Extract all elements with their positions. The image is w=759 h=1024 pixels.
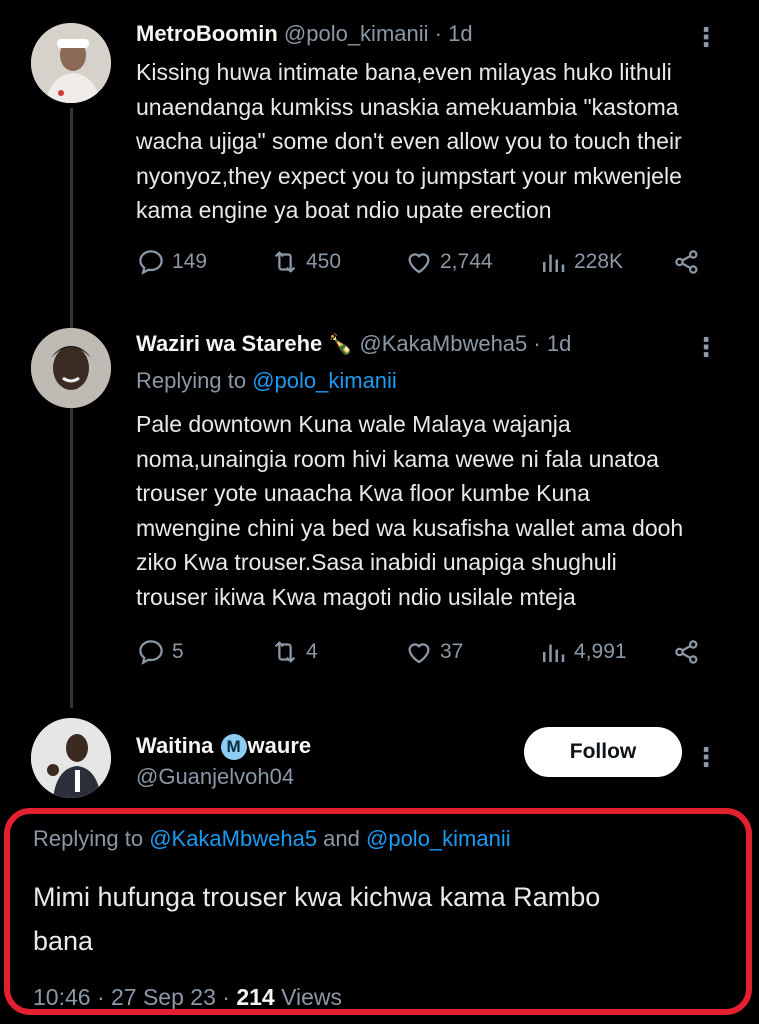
tweet-header: Waitina Mwaure [136,733,312,761]
more-options-icon[interactable]: ⋮ [693,24,719,50]
m-badge-icon: M [220,734,247,761]
body-line: unaendanga kumkiss unaskia amekuambia "k… [136,93,679,120]
author-handle[interactable]: @polo_kimanii [284,21,429,46]
heart-icon [408,253,430,274]
reply-button[interactable]: 149 [136,247,207,277]
share-button[interactable] [672,637,702,667]
author-name-part2[interactable]: waure [248,733,312,758]
reply-icon [139,250,163,275]
like-count: 2,744 [440,250,493,273]
tweet-body: Pale downtown Kuna wale Malaya wajanja n… [136,407,736,614]
share-icon [675,250,698,274]
view-count: 228K [574,250,624,273]
tweet-time[interactable]: · 1d [435,21,473,46]
retweet-icon [274,251,296,273]
author-handle[interactable]: @KakaMbweha5 [359,331,527,356]
highlight-outline [4,808,752,1015]
author-name[interactable]: MetroBoomin [136,21,278,46]
body-line: Pale downtown Kuna wale Malaya wajanja [136,411,571,437]
retweet-button[interactable]: 450 [270,247,341,277]
views-icon [543,254,565,272]
thread-line [70,108,73,708]
view-count: 4,991 [574,640,627,663]
views-button[interactable]: 4,991 [538,637,627,667]
author-name[interactable]: Waziri wa Starehe [136,331,322,356]
body-line: trouser ikiwa Kwa magoti ndio usilale mt… [136,583,576,610]
heart-icon [408,643,430,664]
body-line: ziko Kwa trouser.Sasa inabidi unapiga sh… [136,549,617,575]
mention-link[interactable]: @polo_kimanii [252,368,397,393]
reply-icon [139,640,163,665]
reply-count: 149 [172,250,208,273]
share-button[interactable] [672,247,702,277]
reply-count: 5 [172,640,184,663]
like-button[interactable]: 2,744 [404,247,493,277]
tweet-actions: 149 450 2,744 228K [136,247,706,281]
tweet-header: Waziri wa Starehe 🍾 @KakaMbweha5 · 1d [136,331,571,357]
body-line: trouser yote unaacha Kwa floor kumbe Kun… [136,480,590,506]
tweet-header: MetroBoomin @polo_kimanii · 1d [136,21,473,47]
more-options-icon[interactable]: ⋮ [693,744,719,770]
like-button[interactable]: 37 [404,637,463,667]
avatar-waziri[interactable] [31,328,111,408]
retweet-icon [274,641,296,663]
author-name-part1[interactable]: Waitina [136,733,220,758]
views-button[interactable]: 228K [538,247,623,277]
replying-to: Replying to @polo_kimanii [136,368,397,394]
retweet-button[interactable]: 4 [270,637,318,667]
replying-prefix: Replying to [136,368,253,393]
tweet-body: Kissing huwa intimate bana,even milayas … [136,55,736,228]
author-handle[interactable]: @Guanjelvoh04 [136,764,294,790]
reply-button[interactable]: 5 [136,637,184,667]
retweet-count: 4 [306,640,318,663]
bottle-icon: 🍾 [328,334,354,356]
body-line: wacha ujiga" some don't even allow you t… [136,128,682,154]
body-line: kama engine ya boat ndio upate erection [136,197,552,223]
body-line: nyonyoz,they expect you to jumpstart you… [136,162,682,189]
views-icon [543,644,565,662]
more-options-icon[interactable]: ⋮ [693,334,719,360]
follow-button[interactable]: Follow [524,727,682,777]
avatar-waitina[interactable] [31,718,111,798]
tweet-time[interactable]: · 1d [533,331,571,356]
retweet-count: 450 [306,250,342,273]
share-icon [675,640,698,664]
body-line: mwengine chini ya bed wa kusafisha walle… [136,514,684,541]
tweet-actions: 5 4 37 4,991 [136,637,706,671]
body-line: noma,unaingia room hivi kama wewe ni fal… [136,445,659,472]
avatar-metroboomin[interactable] [31,23,111,103]
like-count: 37 [440,640,464,663]
body-line: Kissing huwa intimate bana,even milayas … [136,59,672,85]
